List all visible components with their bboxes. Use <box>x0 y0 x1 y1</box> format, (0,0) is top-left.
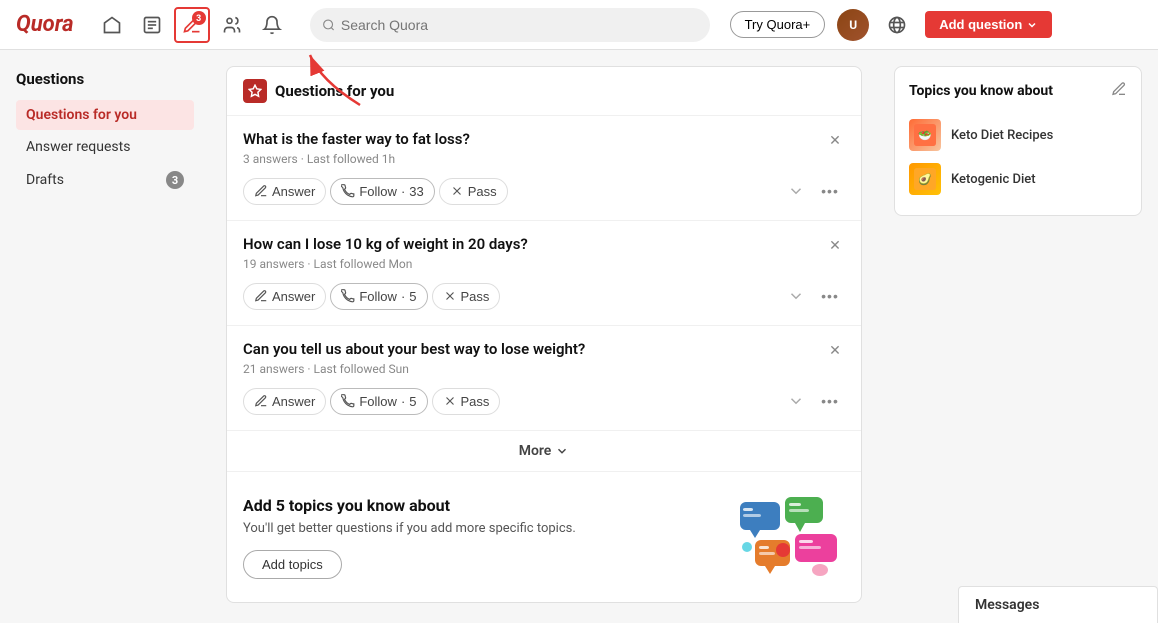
pass-q1-btn[interactable]: Pass <box>439 178 508 205</box>
sidebar-item-label: Questions for you <box>26 107 137 123</box>
sidebar-item-label: Answer requests <box>26 139 130 155</box>
edit-topics-icon[interactable] <box>1111 81 1127 101</box>
more-button[interactable]: More <box>227 431 861 472</box>
sidebar-item-drafts[interactable]: Drafts 3 <box>16 164 194 196</box>
user-avatar[interactable]: U <box>837 9 869 41</box>
question-item: ✕ How can I lose 10 kg of weight in 20 d… <box>227 221 861 326</box>
follow-q1-btn[interactable]: Follow · 33 <box>330 178 434 205</box>
question-2-actions: Answer Follow · 5 Pass ••• <box>243 281 845 311</box>
messages-panel[interactable]: Messages <box>958 586 1158 623</box>
question-2-title: How can I lose 10 kg of weight in 20 day… <box>243 235 845 253</box>
question-item: ✕ Can you tell us about your best way to… <box>227 326 861 431</box>
pass-q3-btn[interactable]: Pass <box>432 388 501 415</box>
pass-q2-btn[interactable]: Pass <box>432 283 501 310</box>
main-layout: Questions Questions for you Answer reque… <box>0 50 1158 619</box>
more-q3-btn[interactable]: ••• <box>815 386 845 416</box>
sidebar-section-title: Questions <box>16 70 194 88</box>
ketogenic-diet-icon: 🥑 <box>909 163 941 195</box>
question-1-meta: 3 answers · Last followed 1h <box>243 152 845 166</box>
more-q1-btn[interactable]: ••• <box>815 176 845 206</box>
add-topics-button[interactable]: Add topics <box>243 550 342 579</box>
question-3-title: Can you tell us about your best way to l… <box>243 340 845 358</box>
topics-panel-title: Topics you know about <box>909 83 1053 99</box>
search-input[interactable] <box>341 17 698 33</box>
add-topics-section: Add 5 topics you know about You'll get b… <box>227 472 861 602</box>
ketogenic-diet-label: Ketogenic Diet <box>951 172 1036 187</box>
answer-q3-btn[interactable]: Answer <box>243 388 326 415</box>
sidebar-item-label: Drafts <box>26 172 64 188</box>
question-1-title: What is the faster way to fat loss? <box>243 130 845 148</box>
add-topics-text: Add 5 topics you know about You'll get b… <box>243 496 576 579</box>
follow-q2-btn[interactable]: Follow · 5 <box>330 283 427 310</box>
people-icon-btn[interactable] <box>214 7 250 43</box>
question-1-actions: Answer Follow · 33 Pass ••• <box>243 176 845 206</box>
sidebar-right: Topics you know about 🥗 Keto Diet Recipe… <box>878 50 1158 619</box>
notifications-icon-btn[interactable] <box>254 7 290 43</box>
svg-text:🥑: 🥑 <box>918 172 932 186</box>
close-question-2-btn[interactable]: ✕ <box>825 235 845 255</box>
write-icon-btn[interactable]: 3 <box>174 7 210 43</box>
downvote-q1-btn[interactable] <box>781 176 811 206</box>
more-q2-btn[interactable]: ••• <box>815 281 845 311</box>
topics-illustration <box>735 492 845 582</box>
drafts-badge: 3 <box>166 171 184 189</box>
write-badge: 3 <box>192 11 206 25</box>
search-bar <box>310 8 710 42</box>
close-question-1-btn[interactable]: ✕ <box>825 130 845 150</box>
add-topics-title: Add 5 topics you know about <box>243 496 576 515</box>
question-item: ✕ What is the faster way to fat loss? 3 … <box>227 116 861 221</box>
downvote-q2-btn[interactable] <box>781 281 811 311</box>
card-header: Questions for you <box>227 67 861 116</box>
app-header: Quora 3 Try Quora+ U <box>0 0 1158 50</box>
add-question-button[interactable]: Add question <box>925 11 1052 38</box>
question-2-meta: 19 answers · Last followed Mon <box>243 257 845 271</box>
topic-item[interactable]: 🥑 Ketogenic Diet <box>909 157 1127 201</box>
downvote-q3-btn[interactable] <box>781 386 811 416</box>
try-quora-button[interactable]: Try Quora+ <box>730 11 826 38</box>
answer-q1-btn[interactable]: Answer <box>243 178 326 205</box>
answers-icon-btn[interactable] <box>134 7 170 43</box>
svg-text:🥗: 🥗 <box>918 129 932 142</box>
questions-header-icon <box>243 79 267 103</box>
follow-q3-btn[interactable]: Follow · 5 <box>330 388 427 415</box>
main-content: Questions for you ✕ What is the faster w… <box>210 50 878 619</box>
question-3-meta: 21 answers · Last followed Sun <box>243 362 845 376</box>
add-topics-desc: You'll get better questions if you add m… <box>243 521 576 536</box>
home-icon-btn[interactable] <box>94 7 130 43</box>
nav-icons: 3 <box>94 7 290 43</box>
quora-logo: Quora <box>16 12 74 37</box>
answer-q2-btn[interactable]: Answer <box>243 283 326 310</box>
question-3-actions: Answer Follow · 5 Pass ••• <box>243 386 845 416</box>
topic-item[interactable]: 🥗 Keto Diet Recipes <box>909 113 1127 157</box>
questions-card: Questions for you ✕ What is the faster w… <box>226 66 862 603</box>
keto-diet-icon: 🥗 <box>909 119 941 151</box>
topics-panel-header: Topics you know about <box>909 81 1127 101</box>
topics-panel: Topics you know about 🥗 Keto Diet Recipe… <box>894 66 1142 216</box>
keto-diet-label: Keto Diet Recipes <box>951 128 1053 143</box>
close-question-3-btn[interactable]: ✕ <box>825 340 845 360</box>
card-header-title: Questions for you <box>275 82 394 100</box>
language-icon-btn[interactable] <box>881 9 913 41</box>
search-icon <box>322 18 335 32</box>
sidebar-left: Questions Questions for you Answer reque… <box>0 50 210 619</box>
sidebar-item-answer-requests[interactable]: Answer requests <box>16 132 194 162</box>
sidebar-item-questions-for-you[interactable]: Questions for you <box>16 100 194 130</box>
